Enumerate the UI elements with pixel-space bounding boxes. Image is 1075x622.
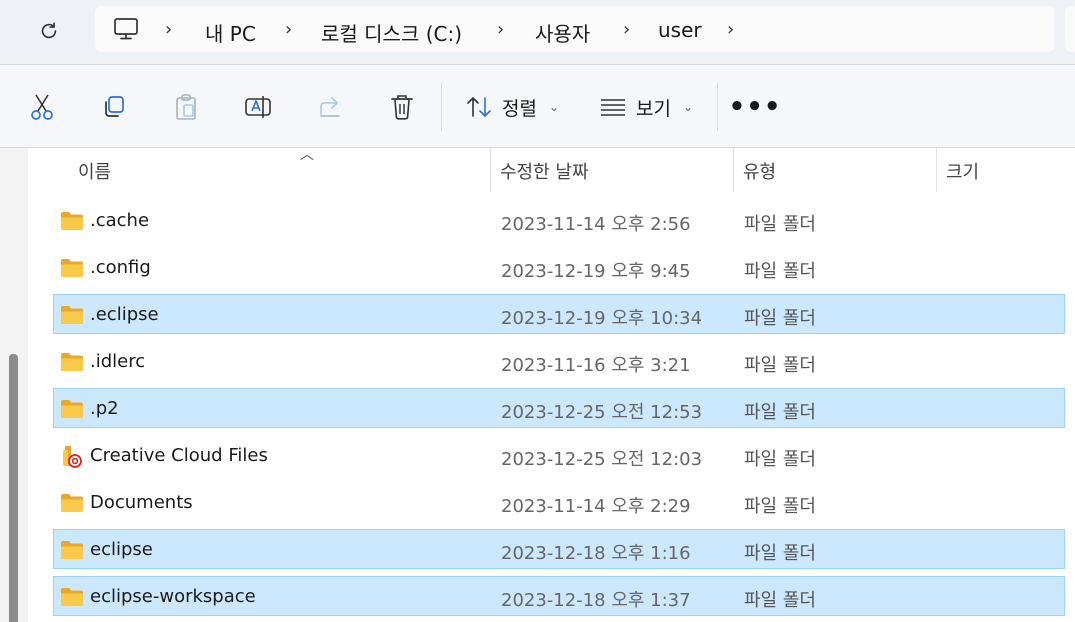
toolbar-separator [441, 83, 442, 131]
search-box[interactable] [1065, 6, 1075, 52]
file-modified-date: 2023-12-25 오전 12:53 [501, 402, 703, 423]
trash-icon [391, 95, 413, 120]
cut-button[interactable] [22, 89, 62, 125]
file-modified-date: 2023-11-16 오후 3:21 [501, 355, 691, 376]
breadcrumb-item-this-pc[interactable]: 내 PC [205, 18, 256, 47]
file-row[interactable]: .p2 2023-12-25 오전 12:53 파일 폴더 [53, 388, 1065, 428]
file-type: 파일 폴더 [744, 496, 816, 517]
column-divider[interactable] [733, 148, 734, 192]
copy-icon [105, 96, 124, 117]
file-type: 파일 폴더 [744, 261, 816, 282]
column-header-row: ︿ 이름 수정한 날짜 유형 크기 [28, 147, 1075, 194]
this-pc-icon[interactable] [113, 17, 139, 45]
column-header-type[interactable]: 유형 [743, 158, 776, 184]
file-row[interactable]: eclipse-workspace 2023-12-18 오후 1:37 파일 폴더 [53, 576, 1065, 616]
file-name: eclipse-workspace [90, 586, 256, 607]
file-type: 파일 폴더 [744, 308, 816, 329]
delete-button[interactable] [382, 89, 422, 125]
more-icon: ••• [728, 92, 782, 122]
folder-icon [60, 399, 84, 423]
share-button[interactable] [310, 89, 350, 125]
file-name: .config [90, 257, 151, 278]
toolbar-separator [717, 83, 718, 131]
share-icon [320, 97, 340, 117]
column-divider[interactable] [490, 148, 491, 192]
file-modified-date: 2023-12-18 오후 1:16 [501, 543, 691, 564]
rename-icon [245, 96, 271, 118]
file-type: 파일 폴더 [744, 355, 816, 376]
file-type: 파일 폴더 [744, 590, 816, 611]
breadcrumb-separator-icon[interactable]: › [727, 19, 734, 40]
column-header-modified[interactable]: 수정한 날짜 [500, 158, 589, 184]
file-name: eclipse [90, 539, 153, 560]
folder-icon [60, 305, 84, 329]
file-type: 파일 폴더 [744, 402, 816, 423]
view-button[interactable]: 보기 ⌄ [600, 87, 693, 127]
file-modified-date: 2023-11-14 오후 2:29 [501, 496, 691, 517]
file-row[interactable]: .idlerc 2023-11-16 오후 3:21 파일 폴더 [53, 341, 1065, 381]
folder-icon [60, 540, 84, 564]
view-label: 보기 [636, 97, 671, 120]
scrollbar-track[interactable] [0, 148, 28, 622]
breadcrumb-separator-icon[interactable]: › [165, 19, 172, 40]
command-bar: 정렬 ⌄ 보기 ⌄ ••• [0, 65, 1075, 147]
sort-label: 정렬 [502, 97, 537, 120]
file-name: Documents [90, 492, 193, 513]
refresh-button[interactable] [30, 14, 68, 48]
file-type: 파일 폴더 [744, 543, 816, 564]
paste-button[interactable] [166, 89, 206, 125]
breadcrumb[interactable]: › 내 PC › 로컬 디스크 (C:) › 사용자 › user › [95, 6, 1054, 52]
view-list-icon [601, 99, 625, 116]
breadcrumb-item-users[interactable]: 사용자 [535, 18, 590, 47]
column-divider[interactable] [936, 148, 937, 192]
file-name: Creative Cloud Files [90, 445, 268, 466]
folder-icon [60, 352, 84, 376]
file-row[interactable]: .config 2023-12-19 오후 9:45 파일 폴더 [53, 247, 1065, 287]
file-modified-date: 2023-12-25 오전 12:03 [501, 449, 703, 470]
file-type: 파일 폴더 [744, 214, 816, 235]
sort-icon [467, 97, 491, 117]
scrollbar-thumb[interactable] [9, 354, 18, 622]
folder-icon [60, 493, 84, 517]
file-row[interactable]: Creative Cloud Files 2023-12-25 오전 12:03 파… [53, 435, 1065, 475]
file-row[interactable]: .eclipse 2023-12-19 오후 10:34 파일 폴더 [53, 294, 1065, 334]
address-bar: › 내 PC › 로컬 디스크 (C:) › 사용자 › user › [0, 0, 1075, 62]
file-modified-date: 2023-12-19 오후 9:45 [501, 261, 691, 282]
breadcrumb-item-user[interactable]: user [658, 18, 702, 42]
creative-cloud-folder-icon [60, 446, 84, 472]
breadcrumb-separator-icon[interactable]: › [285, 19, 292, 40]
copy-button[interactable] [94, 89, 134, 125]
file-modified-date: 2023-12-19 오후 10:34 [501, 308, 703, 329]
chevron-down-icon: ⌄ [682, 100, 694, 114]
file-modified-date: 2023-12-18 오후 1:37 [501, 590, 691, 611]
column-header-name[interactable]: 이름 [78, 158, 111, 184]
file-row[interactable]: .cache 2023-11-14 오후 2:56 파일 폴더 [53, 200, 1065, 240]
more-options-button[interactable]: ••• [729, 89, 781, 125]
file-name: .idlerc [90, 351, 146, 372]
file-type: 파일 폴더 [744, 449, 816, 470]
breadcrumb-item-local-disk[interactable]: 로컬 디스크 (C:) [321, 18, 462, 47]
file-row[interactable]: eclipse 2023-12-18 오후 1:16 파일 폴더 [53, 529, 1065, 569]
folder-icon [60, 211, 84, 235]
file-name: .p2 [90, 398, 119, 419]
folder-icon [60, 258, 84, 282]
rename-button[interactable] [238, 89, 278, 125]
file-row[interactable]: Documents 2023-11-14 오후 2:29 파일 폴더 [53, 482, 1065, 522]
chevron-down-icon: ⌄ [548, 100, 560, 114]
file-name: .cache [90, 210, 150, 231]
folder-icon [60, 587, 84, 611]
file-modified-date: 2023-11-14 오후 2:56 [501, 214, 691, 235]
breadcrumb-separator-icon[interactable]: › [623, 19, 630, 40]
breadcrumb-separator-icon[interactable]: › [497, 19, 504, 40]
scissors-icon [31, 94, 53, 120]
column-header-size[interactable]: 크기 [946, 158, 979, 184]
file-list-pane: ︿ 이름 수정한 날짜 유형 크기 .cache 2023-11-14 오후 2:… [0, 147, 1075, 622]
refresh-icon [41, 22, 57, 39]
clipboard-icon [176, 94, 196, 120]
file-name: .eclipse [90, 304, 159, 325]
sort-button[interactable]: 정렬 ⌄ [466, 87, 559, 127]
sort-ascending-icon: ︿ [300, 147, 314, 163]
